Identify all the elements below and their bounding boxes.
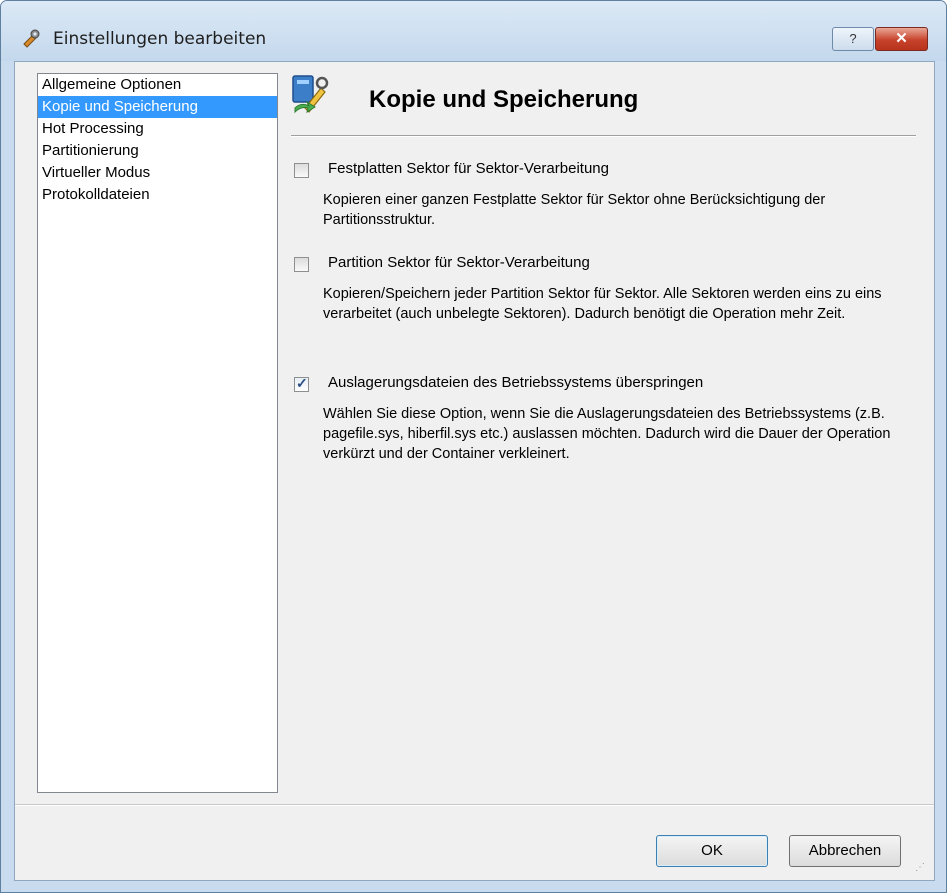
list-item-hot-processing[interactable]: Hot Processing <box>38 118 277 140</box>
disk-sector-checkbox[interactable] <box>294 163 309 178</box>
category-list[interactable]: Allgemeine Optionen Kopie und Speicherun… <box>37 73 278 793</box>
list-item-allgemeine-optionen[interactable]: Allgemeine Optionen <box>38 74 277 96</box>
partition-sector-description: Kopieren/Speichern jeder Partition Sekto… <box>323 286 882 322</box>
partition-sector-checkbox[interactable] <box>294 257 309 272</box>
copy-settings-icon <box>292 75 329 114</box>
list-item-virtueller-modus[interactable]: Virtueller Modus <box>38 162 277 184</box>
settings-content: Kopie und Speicherung Festplatten Sektor… <box>291 68 921 798</box>
help-button[interactable]: ? <box>832 27 874 51</box>
disk-sector-description: Kopieren einer ganzen Festplatte Sektor … <box>323 192 826 228</box>
skip-pagefiles-description: Wählen Sie diese Option, wenn Sie die Au… <box>323 406 891 462</box>
cancel-button[interactable]: Abbrechen <box>789 835 901 867</box>
close-button[interactable]: ✕ <box>875 27 928 51</box>
checkmark-icon: ✓ <box>296 375 308 391</box>
skip-pagefiles-checkbox[interactable]: ✓ <box>294 375 309 392</box>
resize-grip-icon[interactable]: ⋰ <box>915 862 925 873</box>
header-separator <box>291 135 916 137</box>
list-item-protokolldateien[interactable]: Protokolldateien <box>38 184 277 206</box>
disk-sector-label[interactable]: Festplatten Sektor für Sektor-Verarbeitu… <box>328 160 609 177</box>
skip-pagefiles-label[interactable]: Auslagerungsdateien des Betriebssystems … <box>328 374 703 391</box>
partition-sector-label[interactable]: Partition Sektor für Sektor-Verarbeitung <box>328 254 590 271</box>
title-bar[interactable]: Einstellungen bearbeiten ? ✕ <box>1 1 946 61</box>
list-item-kopie-und-speicherung[interactable]: Kopie und Speicherung <box>38 96 277 118</box>
dialog-client-area: Allgemeine Optionen Kopie und Speicherun… <box>14 61 935 881</box>
settings-dialog: Einstellungen bearbeiten ? ✕ Allgemeine … <box>0 0 947 893</box>
ok-button[interactable]: OK <box>656 835 768 867</box>
footer-divider <box>15 804 934 806</box>
window-title: Einstellungen bearbeiten <box>53 29 267 49</box>
page-title: Kopie und Speicherung <box>369 86 639 113</box>
list-item-partitionierung[interactable]: Partitionierung <box>38 140 277 162</box>
settings-tools-icon <box>23 29 40 48</box>
